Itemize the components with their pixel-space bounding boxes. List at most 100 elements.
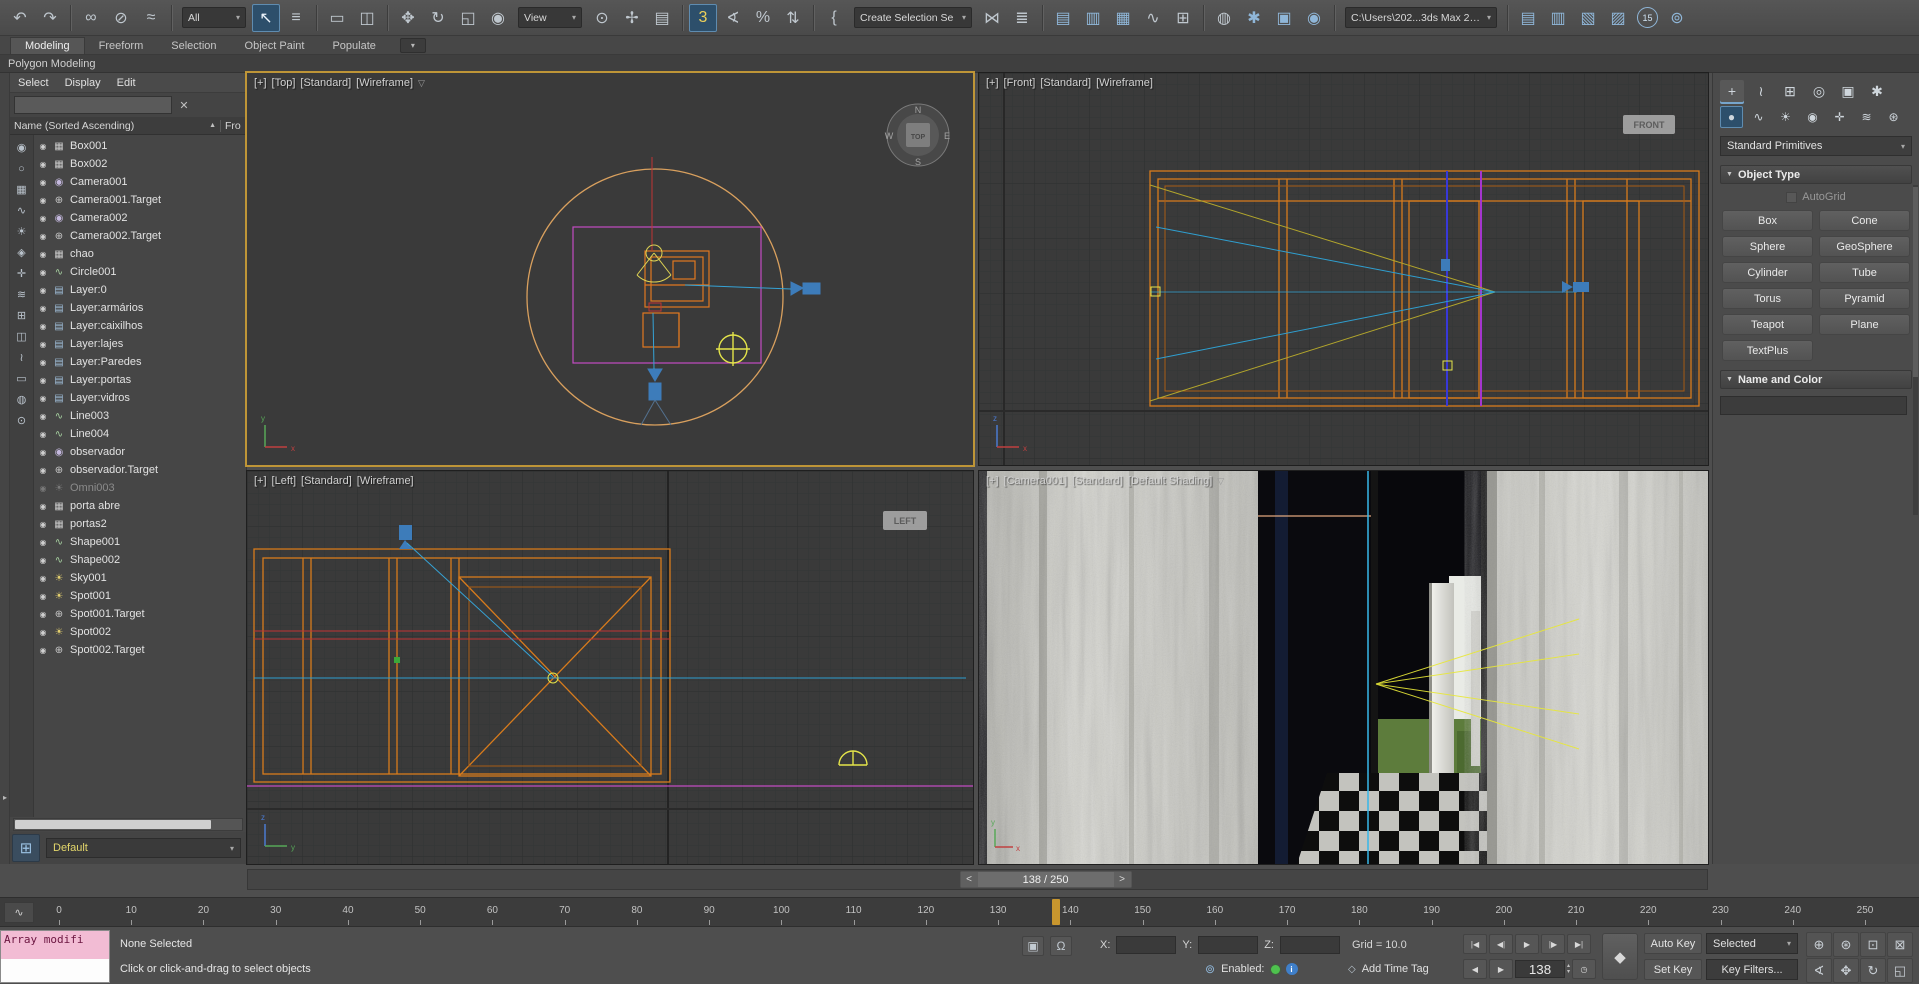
bottom_right-label-part-0[interactable]: [+] bbox=[986, 475, 999, 487]
window-crossing-icon[interactable]: ◫ bbox=[353, 4, 381, 32]
schematic-view-icon[interactable]: ⊞ bbox=[1169, 4, 1197, 32]
previous-key-button[interactable]: ◀ bbox=[1463, 959, 1487, 979]
visibility-icon[interactable]: ◉ bbox=[38, 250, 48, 259]
undo-icon[interactable]: ↶ bbox=[6, 4, 34, 32]
command-panel-scrollbar[interactable] bbox=[1913, 185, 1918, 515]
list-item[interactable]: ◉∿Shape002 bbox=[34, 551, 246, 569]
ribbon-display-options-button[interactable]: ▾ bbox=[400, 38, 426, 53]
list-item[interactable]: ◉▦Box001 bbox=[34, 137, 246, 155]
selection-lock-icon[interactable]: Ω bbox=[1050, 936, 1072, 956]
zoom-all-icon[interactable]: ⊛ bbox=[1833, 932, 1859, 957]
visibility-icon[interactable]: ◉ bbox=[38, 430, 48, 439]
list-item[interactable]: ◉⊕Camera001.Target bbox=[34, 191, 246, 209]
toggle-layer-explorer-icon[interactable]: ▥ bbox=[1079, 4, 1107, 32]
list-item[interactable]: ◉⊕observador.Target bbox=[34, 461, 246, 479]
open-explorer-icon[interactable]: ▤ bbox=[1514, 4, 1542, 32]
select-by-name-icon[interactable]: ≡ bbox=[282, 4, 310, 32]
list-item[interactable]: ◉▤Layer:armários bbox=[34, 299, 246, 317]
left-viewport-canvas[interactable]: LEFT y z bbox=[247, 471, 973, 864]
previous-frame-button[interactable]: ◀| bbox=[1489, 934, 1513, 954]
viewcube-front-label[interactable]: FRONT bbox=[1634, 120, 1665, 130]
viewport-left[interactable]: LEFT y z [+][Left][Standard][Wireframe] bbox=[247, 471, 973, 864]
search-input[interactable] bbox=[14, 96, 172, 114]
primitive-button-torus[interactable]: Torus bbox=[1722, 288, 1813, 309]
open-layer-explorer-icon[interactable]: ▥ bbox=[1544, 4, 1572, 32]
progressive-display-icon[interactable]: ⊚ bbox=[1205, 962, 1215, 976]
category-dropdown[interactable]: Standard Primitives ▾ bbox=[1720, 136, 1912, 156]
polygon-modeling-panel[interactable]: Polygon Modeling bbox=[0, 55, 1919, 73]
list-item[interactable]: ◉∿Shape001 bbox=[34, 533, 246, 551]
list-item[interactable]: ◉∿Circle001 bbox=[34, 263, 246, 281]
show-containers-icon[interactable]: ▭ bbox=[12, 369, 32, 388]
tab-populate[interactable]: Populate bbox=[318, 38, 389, 54]
hierarchy-tab[interactable]: ⊞ bbox=[1778, 80, 1802, 102]
select-and-place-icon[interactable]: ◉ bbox=[484, 4, 512, 32]
list-item[interactable]: ◉▦portas2 bbox=[34, 515, 246, 533]
named-selection-sets-dropdown[interactable]: Create Selection Se▾ bbox=[854, 7, 972, 28]
list-item[interactable]: ◉☀Spot002 bbox=[34, 623, 246, 641]
render-setup-icon[interactable]: ✱ bbox=[1240, 4, 1268, 32]
visibility-icon[interactable]: ◉ bbox=[38, 142, 48, 151]
show-lights-icon[interactable]: ☀ bbox=[12, 222, 32, 241]
visibility-icon[interactable]: ◉ bbox=[38, 502, 48, 511]
play-button[interactable]: ▶ bbox=[1515, 934, 1539, 954]
visibility-icon[interactable]: ◉ bbox=[38, 322, 48, 331]
slider-previous-frame-button[interactable]: < bbox=[961, 872, 978, 887]
zoom-icon[interactable]: ⊕ bbox=[1806, 932, 1832, 957]
spinner-snap-icon[interactable]: ⇅ bbox=[779, 4, 807, 32]
list-item[interactable]: ◉◉Camera002 bbox=[34, 209, 246, 227]
select-and-move-icon[interactable]: ✥ bbox=[394, 4, 422, 32]
primitive-button-plane[interactable]: Plane bbox=[1819, 314, 1910, 335]
show-xrefs-icon[interactable]: ◫ bbox=[12, 327, 32, 346]
show-none-icon[interactable]: ○ bbox=[12, 159, 32, 178]
list-item[interactable]: ◉▦Box002 bbox=[34, 155, 246, 173]
list-item[interactable]: ◉▤Layer:vidros bbox=[34, 389, 246, 407]
listener-macro-line[interactable]: Array modifi bbox=[1, 931, 109, 959]
field-of-view-icon[interactable]: ∢ bbox=[1806, 958, 1832, 983]
viewcube-face-label[interactable]: TOP bbox=[911, 134, 926, 141]
selection-filter-dropdown[interactable]: All▾ bbox=[182, 7, 246, 28]
front-viewport-canvas[interactable]: FRONT x z bbox=[979, 73, 1708, 465]
enabled-indicator[interactable] bbox=[1271, 965, 1280, 974]
orbit-icon[interactable]: ↻ bbox=[1860, 958, 1886, 983]
visibility-icon[interactable]: ◉ bbox=[38, 556, 48, 565]
top_left-label-part-2[interactable]: [Standard] bbox=[300, 77, 351, 89]
bottom_left-label-part-3[interactable]: [Wireframe] bbox=[357, 475, 414, 487]
primitive-button-pyramid[interactable]: Pyramid bbox=[1819, 288, 1910, 309]
current-frame-marker[interactable] bbox=[1052, 899, 1060, 925]
viewport-camera[interactable]: x y [+][Camera001][Standard][Default Sha… bbox=[979, 471, 1708, 864]
visibility-icon[interactable]: ◉ bbox=[38, 628, 48, 637]
show-geometry-icon[interactable]: ▦ bbox=[12, 180, 32, 199]
explorer-preset-dropdown[interactable]: Default ▾ bbox=[46, 838, 241, 858]
set-keys-button[interactable]: ◆ bbox=[1602, 933, 1638, 980]
compass-west[interactable]: W bbox=[885, 131, 894, 141]
z-coordinate-field[interactable] bbox=[1280, 936, 1340, 954]
primitive-button-tube[interactable]: Tube bbox=[1819, 262, 1910, 283]
visibility-icon[interactable]: ◉ bbox=[38, 610, 48, 619]
go-to-end-button[interactable]: ▶| bbox=[1567, 934, 1591, 954]
percent-snap-icon[interactable]: % bbox=[749, 4, 777, 32]
viewport-filter-icon[interactable]: ▽ bbox=[418, 78, 425, 89]
frame-spinner[interactable]: ▴ ▾ bbox=[1567, 964, 1570, 975]
visibility-icon[interactable]: ◉ bbox=[38, 538, 48, 547]
show-helpers-icon[interactable]: ✛ bbox=[12, 264, 32, 283]
visibility-icon[interactable]: ◉ bbox=[38, 484, 48, 493]
primitive-button-textplus[interactable]: TextPlus bbox=[1722, 340, 1813, 361]
viewport-front[interactable]: FRONT x z [+][Front][Standard][Wireframe… bbox=[979, 73, 1708, 465]
spinner-up-icon[interactable]: ▴ bbox=[1567, 964, 1570, 969]
select-and-scale-icon[interactable]: ◱ bbox=[454, 4, 482, 32]
visibility-icon[interactable]: ◉ bbox=[38, 394, 48, 403]
name-color-rollout[interactable]: ▼ Name and Color bbox=[1720, 370, 1912, 389]
list-item[interactable]: ◉☀Omni003 bbox=[34, 479, 246, 497]
spacewarps-subtab[interactable]: ≋ bbox=[1855, 106, 1878, 128]
angle-snap-icon[interactable]: ∢ bbox=[719, 4, 747, 32]
bind-to-spacewarp-icon[interactable]: ≈ bbox=[137, 4, 165, 32]
primitive-button-box[interactable]: Box bbox=[1722, 210, 1813, 231]
camera-viewport-canvas[interactable]: x y bbox=[979, 471, 1708, 864]
zoom-extents-all-icon[interactable]: ⊠ bbox=[1887, 932, 1913, 957]
list-item[interactable]: ◉▤Layer:portas bbox=[34, 371, 246, 389]
visibility-icon[interactable]: ◉ bbox=[38, 268, 48, 277]
select-and-link-icon[interactable]: ∞ bbox=[77, 4, 105, 32]
zoom-extents-icon[interactable]: ⊡ bbox=[1860, 932, 1886, 957]
visibility-icon[interactable]: ◉ bbox=[38, 646, 48, 655]
